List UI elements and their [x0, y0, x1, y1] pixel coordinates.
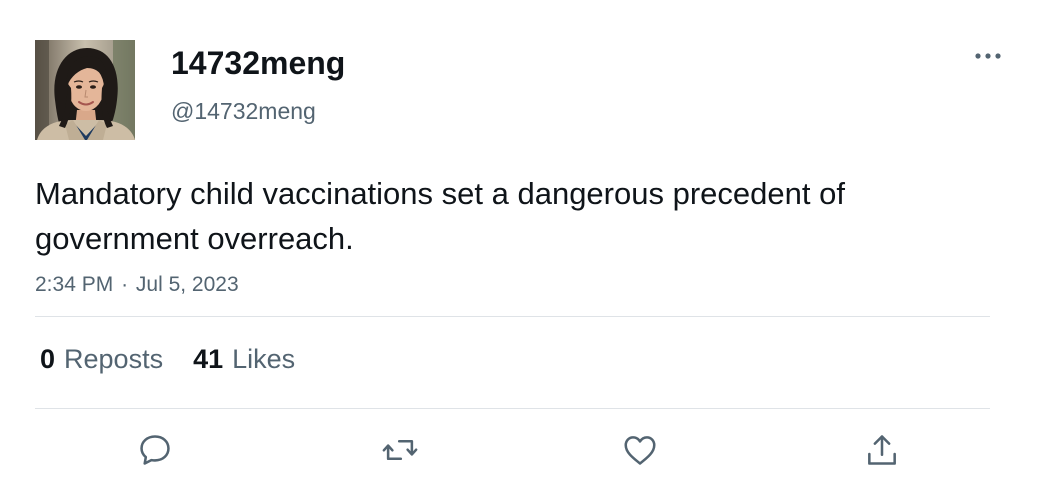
share-button[interactable]	[862, 430, 902, 470]
tweet-date: Jul 5, 2023	[135, 273, 239, 296]
more-options-button[interactable]	[966, 44, 1010, 68]
timestamp-separator: ·	[121, 273, 129, 296]
profile-photo	[35, 40, 135, 140]
tweet-text: Mandatory child vaccinations set a dange…	[35, 176, 845, 256]
tweet-timestamp[interactable]: 2:34 PM · Jul 5, 2023	[35, 271, 239, 299]
more-dots-icon	[975, 53, 1001, 59]
tweet-time: 2:34 PM	[35, 273, 114, 296]
reposts-label: Reposts	[64, 344, 164, 374]
avatar[interactable]	[35, 40, 135, 140]
reply-button[interactable]	[135, 430, 175, 470]
likes-stat[interactable]: 41 Likes	[193, 341, 295, 377]
tweet-card: 14732meng @14732meng Mandatory child vac…	[0, 0, 1050, 480]
engagement-stats: 0 Reposts 41 Likes	[40, 341, 295, 377]
divider	[35, 408, 990, 409]
repost-button[interactable]	[380, 430, 420, 470]
heart-icon	[624, 436, 656, 465]
repost-arrows-icon	[382, 440, 418, 460]
display-name[interactable]: 14732meng	[171, 44, 345, 82]
reposts-stat[interactable]: 0 Reposts	[40, 341, 163, 377]
speech-bubble-icon	[140, 435, 170, 465]
reposts-count: 0	[40, 344, 56, 374]
share-upload-icon	[868, 435, 896, 465]
like-button[interactable]	[620, 430, 660, 470]
divider	[35, 316, 990, 317]
likes-label: Likes	[232, 344, 296, 374]
likes-count: 41	[193, 344, 224, 374]
user-handle[interactable]: @14732meng	[171, 97, 316, 125]
